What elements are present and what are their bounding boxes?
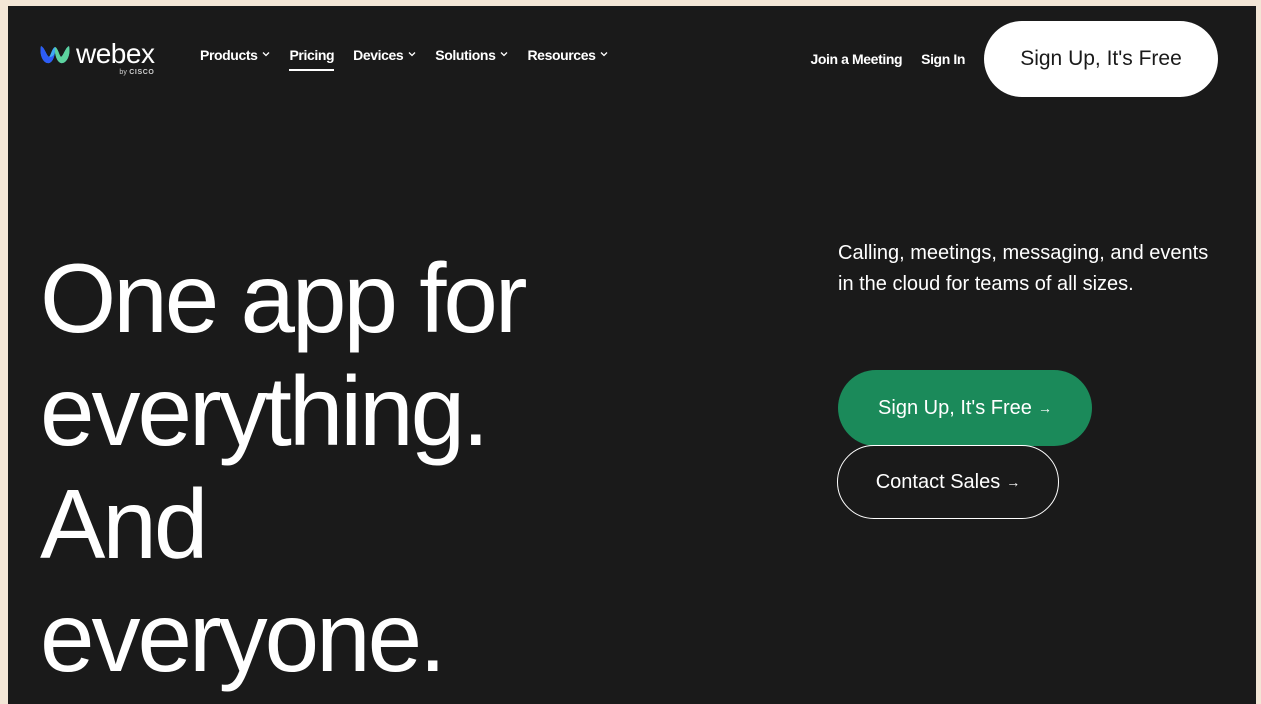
contact-sales-button[interactable]: Contact Sales → (837, 445, 1059, 519)
brand-subtitle: by CISCO (119, 68, 154, 78)
nav-item-label: Resources (527, 47, 596, 63)
webex-logo-icon (40, 46, 70, 64)
header-actions: Join a Meeting Sign In Sign Up, It's Fre… (810, 21, 1218, 97)
hero-sign-up-label: Sign Up, It's Free (878, 396, 1032, 419)
header-sign-up-button[interactable]: Sign Up, It's Free (984, 21, 1218, 97)
join-meeting-link[interactable]: Join a Meeting (810, 51, 902, 67)
contact-sales-label: Contact Sales (875, 470, 1001, 493)
brand-sub-name: CISCO (129, 69, 155, 76)
chevron-down-icon (601, 52, 608, 57)
nav-item-label: Solutions (435, 47, 496, 63)
nav-item-resources[interactable]: Resources (527, 47, 608, 63)
hero-sign-up-button[interactable]: Sign Up, It's Free → (838, 370, 1092, 446)
brand-name: webex (76, 38, 155, 69)
logo-text: webex by CISCO (76, 38, 155, 78)
nav-item-devices[interactable]: Devices (353, 47, 416, 63)
nav-item-pricing[interactable]: Pricing (289, 47, 335, 71)
nav-item-label: Devices (353, 47, 404, 63)
arrow-right-icon: → (1006, 474, 1021, 490)
nav-item-products[interactable]: Products (200, 47, 270, 63)
nav-item-label: Pricing (289, 47, 335, 63)
primary-nav: Products Pricing Devices Solutions Resou… (200, 47, 627, 71)
chevron-down-icon (263, 52, 270, 57)
hero-headline: One app for everything. And everyone. (40, 242, 528, 694)
headline-line: And (40, 469, 208, 579)
headline-line: everything. (40, 356, 489, 466)
webex-homepage: webex by CISCO Products Pricing Devices … (8, 6, 1256, 704)
chevron-down-icon (501, 52, 508, 57)
brand-sub-prefix: by (119, 69, 128, 76)
headline-line: One app for (40, 243, 528, 353)
headline-line: everyone. (40, 582, 446, 692)
chevron-down-icon (408, 52, 416, 57)
webex-logo[interactable]: webex by CISCO (38, 38, 155, 78)
hero-subtext: Calling, meetings, messaging, and events… (838, 242, 1209, 295)
sign-in-link[interactable]: Sign In (921, 51, 965, 67)
nav-item-solutions[interactable]: Solutions (435, 47, 508, 63)
arrow-right-icon: → (1037, 400, 1052, 416)
nav-item-label: Products (200, 47, 258, 63)
